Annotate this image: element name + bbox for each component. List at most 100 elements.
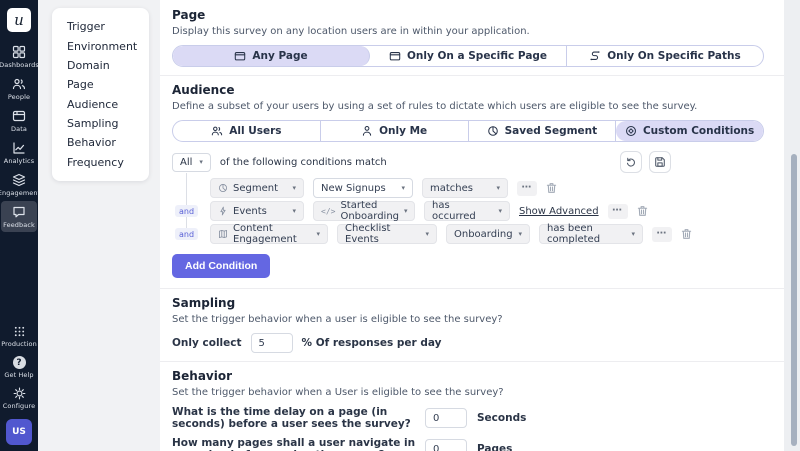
condition-field-value: New Signups bbox=[321, 183, 386, 194]
menu-item-behavior[interactable]: Behavior bbox=[52, 133, 149, 152]
tab-custom-conditions[interactable]: Custom Conditions bbox=[616, 121, 763, 141]
condition-field-select[interactable]: </> Started Onboarding ▾ bbox=[313, 201, 415, 221]
chevron-down-icon: ▾ bbox=[401, 185, 405, 192]
menu-item-environment[interactable]: Environment bbox=[52, 36, 149, 55]
behavior-section-description: Set the trigger behavior when a User is … bbox=[172, 387, 764, 398]
sidebar-item-production[interactable]: Production bbox=[1, 321, 37, 351]
chevron-down-icon: ▾ bbox=[316, 231, 320, 238]
sidebar-item-people[interactable]: People bbox=[1, 73, 37, 104]
sidebar-item-dashboards[interactable]: Dashboards bbox=[1, 41, 37, 72]
audience-section-description: Define a subset of your users by using a… bbox=[172, 101, 764, 112]
condition-connector: and bbox=[172, 205, 201, 217]
condition-field-select[interactable]: Checklist Events ▾ bbox=[337, 224, 437, 244]
delay-seconds-input[interactable] bbox=[425, 408, 467, 428]
scrollbar-thumb[interactable] bbox=[791, 154, 797, 446]
scrollbar-track[interactable] bbox=[784, 0, 800, 451]
sampling-label-after: % Of responses per day bbox=[302, 337, 442, 349]
condition-connector: and bbox=[172, 228, 201, 240]
delete-condition-button[interactable] bbox=[546, 182, 557, 194]
save-segment-button[interactable] bbox=[649, 151, 671, 173]
match-mode-value: All bbox=[180, 157, 192, 168]
audience-section-title: Audience bbox=[172, 83, 764, 97]
tab-saved-segment[interactable]: Saved Segment bbox=[469, 121, 617, 141]
menu-item-sampling[interactable]: Sampling bbox=[52, 114, 149, 133]
condition-value-select[interactable]: Onboarding ▾ bbox=[446, 224, 530, 244]
reset-conditions-button[interactable] bbox=[620, 151, 642, 173]
sidebar-bottom: Production ? Get Help Configure US bbox=[1, 321, 37, 445]
behavior-pages-row: How many pages shall a user navigate in … bbox=[172, 437, 764, 451]
tab-any-page[interactable]: Any Page bbox=[173, 46, 370, 66]
condition-operator-value: has been completed bbox=[547, 223, 626, 245]
sidebar-label: Engagement bbox=[0, 189, 40, 197]
user-avatar[interactable]: US bbox=[6, 419, 32, 445]
behavior-pages-question: How many pages shall a user navigate in … bbox=[172, 437, 425, 451]
condition-operator-select[interactable]: has been completed ▾ bbox=[539, 224, 643, 244]
delete-condition-button[interactable] bbox=[681, 228, 692, 240]
condition-operator-select[interactable]: has occurred ▾ bbox=[424, 201, 510, 221]
sidebar-item-feedback[interactable]: Feedback bbox=[1, 201, 37, 232]
condition-field-select[interactable]: New Signups ▾ bbox=[313, 178, 413, 198]
undo-icon bbox=[625, 156, 637, 168]
chevron-down-icon: ▾ bbox=[425, 231, 429, 238]
menu-item-frequency[interactable]: Frequency bbox=[52, 153, 149, 172]
sidebar-item-configure[interactable]: Configure bbox=[1, 383, 37, 413]
delay-unit-label: Seconds bbox=[477, 412, 526, 424]
page-section: Page Display this survey on any location… bbox=[172, 8, 764, 67]
audience-tabs: All Users Only Me Saved Segment Custom C… bbox=[172, 120, 764, 142]
condition-operator-select[interactable]: matches ▾ bbox=[422, 178, 508, 198]
user-icon bbox=[361, 125, 373, 137]
sidebar-label: Dashboards bbox=[0, 61, 39, 69]
tab-label: Only Me bbox=[379, 125, 427, 137]
behavior-delay-row: What is the time delay on a page (in sec… bbox=[172, 406, 764, 430]
data-icon bbox=[12, 109, 26, 123]
chevron-down-icon: ▾ bbox=[404, 208, 408, 215]
chevron-down-icon: ▾ bbox=[496, 185, 500, 192]
section-divider bbox=[160, 361, 784, 362]
menu-item-domain[interactable]: Domain bbox=[52, 56, 149, 75]
gear-icon bbox=[13, 387, 26, 400]
browser-window-icon bbox=[234, 50, 246, 62]
condition-type-select[interactable]: Segment ▾ bbox=[210, 178, 304, 198]
page-section-title: Page bbox=[172, 8, 764, 22]
tab-label: Only On a Specific Page bbox=[407, 50, 547, 62]
tab-only-on-specific-paths[interactable]: Only On Specific Paths bbox=[567, 46, 763, 66]
sidebar-item-data[interactable]: Data bbox=[1, 105, 37, 136]
menu-item-trigger[interactable]: Trigger bbox=[52, 17, 149, 36]
add-condition-button[interactable]: Add Condition bbox=[172, 254, 270, 278]
page-location-tabs: Any Page Only On a Specific Page Only On… bbox=[172, 45, 764, 67]
condition-type-value: Content Engagement bbox=[233, 223, 311, 245]
sidebar-item-get-help[interactable]: ? Get Help bbox=[1, 352, 37, 382]
menu-item-page[interactable]: Page bbox=[52, 75, 149, 94]
sampling-label-before: Only collect bbox=[172, 337, 242, 349]
users-icon bbox=[211, 125, 223, 137]
condition-field-value: Started Onboarding bbox=[340, 200, 399, 222]
app-logo[interactable]: u bbox=[7, 8, 31, 32]
pages-count-input[interactable] bbox=[425, 439, 467, 451]
match-text: of the following conditions match bbox=[220, 157, 387, 168]
chevron-down-icon: ▾ bbox=[292, 208, 296, 215]
section-divider bbox=[160, 75, 784, 76]
delete-condition-button[interactable] bbox=[637, 205, 648, 217]
tab-label: All Users bbox=[229, 125, 281, 137]
sampling-percentage-input[interactable] bbox=[251, 333, 293, 353]
and-connector-badge: and bbox=[175, 228, 198, 240]
condition-more-button[interactable]: ⋯ bbox=[652, 227, 672, 242]
sidebar-item-analytics[interactable]: Analytics bbox=[1, 137, 37, 168]
condition-type-select[interactable]: Content Engagement ▾ bbox=[210, 224, 328, 244]
match-mode-select[interactable]: All ▾ bbox=[172, 153, 211, 172]
chevron-down-icon: ▾ bbox=[498, 208, 502, 215]
sampling-section: Sampling Set the trigger behavior when a… bbox=[172, 296, 764, 353]
tab-all-users[interactable]: All Users bbox=[173, 121, 321, 141]
people-icon bbox=[12, 77, 26, 91]
tab-only-on-specific-page[interactable]: Only On a Specific Page bbox=[370, 46, 567, 66]
page-section-description: Display this survey on any location user… bbox=[172, 26, 764, 37]
condition-more-button[interactable]: ⋯ bbox=[608, 204, 628, 219]
sidebar-label: Analytics bbox=[4, 157, 34, 165]
condition-type-select[interactable]: Events ▾ bbox=[210, 201, 304, 221]
show-advanced-link[interactable]: Show Advanced bbox=[519, 206, 599, 217]
condition-more-button[interactable]: ⋯ bbox=[517, 181, 537, 196]
behavior-delay-question: What is the time delay on a page (in sec… bbox=[172, 406, 425, 430]
sidebar-item-engagement[interactable]: Engagement bbox=[1, 169, 37, 200]
menu-item-audience[interactable]: Audience bbox=[52, 95, 149, 114]
tab-only-me[interactable]: Only Me bbox=[321, 121, 469, 141]
